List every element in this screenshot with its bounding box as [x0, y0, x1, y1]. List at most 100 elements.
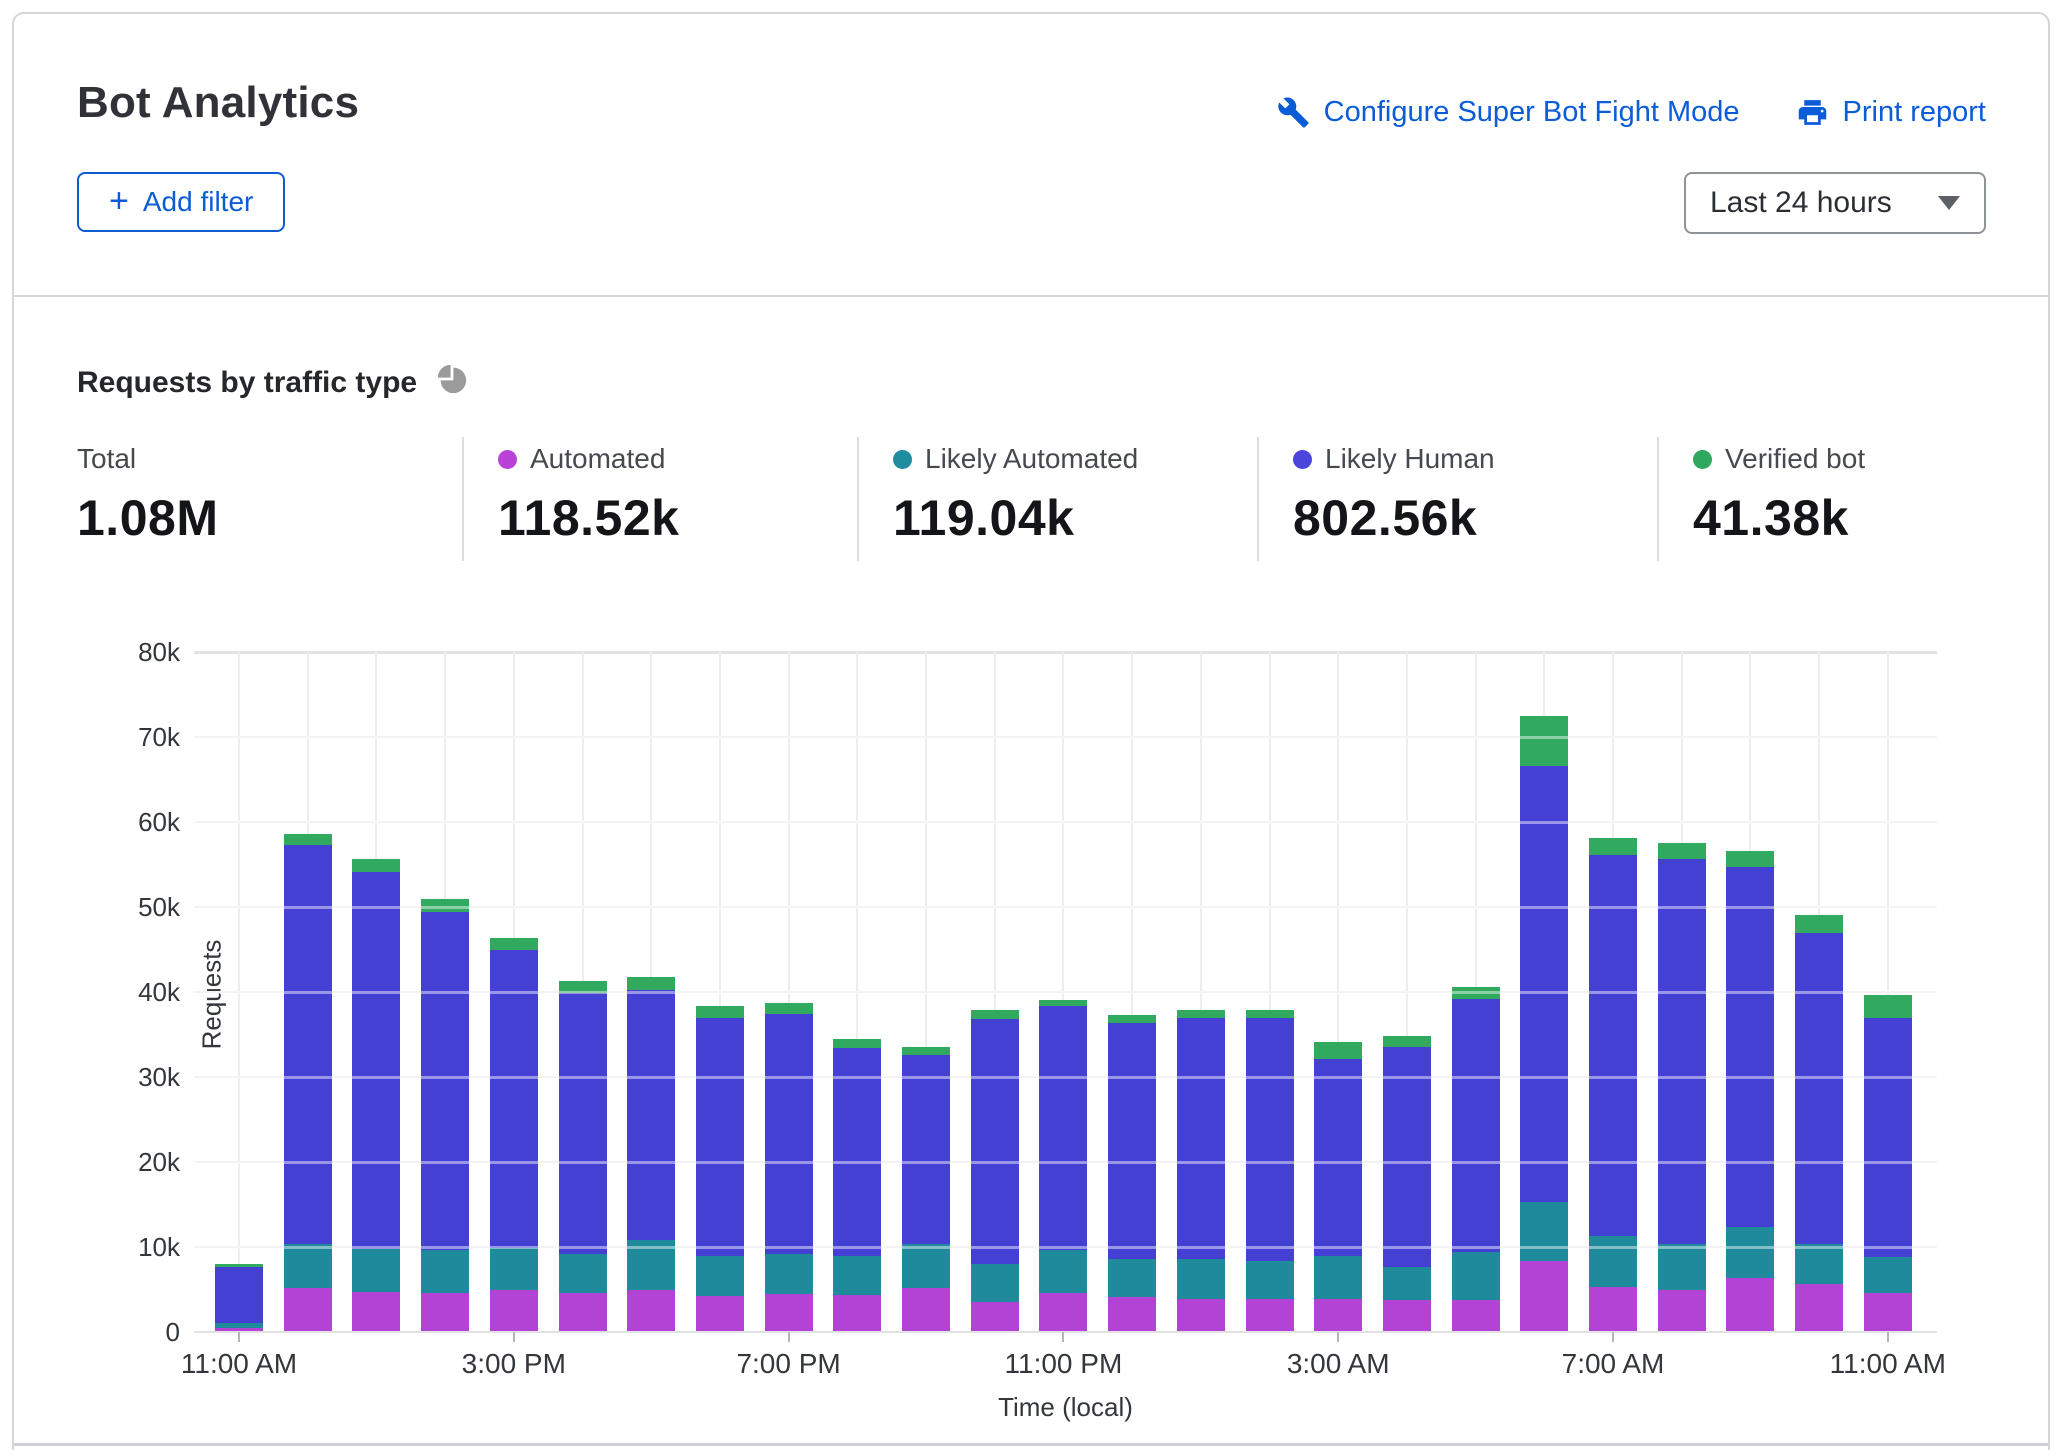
bar-segment-likely-automated	[421, 1250, 469, 1293]
bar-stack-4-00-AM[interactable]	[1383, 1036, 1431, 1332]
bar-segment-automated	[1520, 1261, 1568, 1332]
bar-segment-automated	[1108, 1297, 1156, 1332]
bar-segment-automated	[490, 1290, 538, 1332]
y-axis-title: Requests	[197, 845, 228, 1145]
bar-stack-6-00-AM[interactable]	[1520, 716, 1568, 1332]
bar-stack-7-00-PM[interactable]	[765, 1003, 813, 1332]
bar-segment-verified-bot	[1726, 851, 1774, 867]
bar-segment-likely-human	[696, 1018, 744, 1257]
bar-segment-automated	[833, 1295, 881, 1332]
print-report-link[interactable]: Print report	[1796, 96, 1986, 129]
stat-label: Likely Human	[1325, 443, 1495, 475]
bar-segment-likely-human	[1314, 1059, 1362, 1256]
chevron-down-icon	[1938, 196, 1960, 210]
bar-segment-likely-automated	[1246, 1261, 1294, 1299]
bar-stack-11-00-AM[interactable]	[215, 1264, 263, 1332]
bar-stack-8-00-PM[interactable]	[833, 1039, 881, 1332]
bar-segment-likely-automated	[1864, 1257, 1912, 1293]
y-tick-label: 30k	[40, 1062, 180, 1093]
bar-segment-likely-human	[902, 1055, 950, 1245]
bar-segment-verified-bot	[696, 1006, 744, 1018]
bar-segment-likely-automated	[1314, 1256, 1362, 1299]
bar-segment-automated	[902, 1288, 950, 1332]
bar-segment-automated	[1658, 1290, 1706, 1332]
bar-segment-verified-bot	[1658, 843, 1706, 859]
gridline-overlay	[194, 821, 1937, 824]
bar-segment-likely-automated	[902, 1244, 950, 1287]
bar-segment-likely-human	[1452, 999, 1500, 1252]
stat-label: Verified bot	[1725, 443, 1865, 475]
y-tick-label: 10k	[40, 1232, 180, 1263]
add-filter-button[interactable]: + Add filter	[77, 172, 285, 232]
bar-segment-likely-human	[1039, 1006, 1087, 1250]
bar-segment-verified-bot	[1520, 716, 1568, 766]
bar-stack-1-00-AM[interactable]	[1177, 1010, 1225, 1332]
bar-stack-10-00-PM[interactable]	[971, 1010, 1019, 1332]
gridline-overlay	[194, 1246, 1937, 1249]
gridline-overlay	[194, 906, 1937, 909]
bar-stack-8-00-AM[interactable]	[1658, 843, 1706, 1332]
bar-segment-verified-bot	[1177, 1010, 1225, 1018]
bar-segment-verified-bot	[1314, 1042, 1362, 1059]
x-axis-baseline	[194, 1331, 1937, 1333]
bar-segment-automated	[765, 1294, 813, 1332]
page-title: Bot Analytics	[77, 78, 359, 128]
section-title: Requests by traffic type	[77, 362, 471, 404]
configure-super-bot-fight-mode-link[interactable]: Configure Super Bot Fight Mode	[1277, 96, 1740, 129]
bar-stack-5-00-AM[interactable]	[1452, 987, 1500, 1332]
x-tick-mark	[1062, 1332, 1064, 1342]
y-tick-label: 50k	[40, 892, 180, 923]
bar-stack-9-00-AM[interactable]	[1726, 851, 1774, 1332]
bar-segment-verified-bot	[1383, 1036, 1431, 1047]
gridline-h	[194, 651, 1937, 654]
time-range-select[interactable]: Last 24 hours	[1684, 172, 1986, 234]
bar-segment-verified-bot	[902, 1047, 950, 1055]
bar-segment-likely-human	[421, 912, 469, 1250]
stat-verified-bot: Verified bot 41.38k	[1657, 437, 1970, 561]
stat-value: 1.08M	[77, 489, 462, 547]
stat-likely-human: Likely Human 802.56k	[1257, 437, 1657, 561]
bar-stack-10-00-AM[interactable]	[1795, 915, 1843, 1332]
bar-stack-1-00-PM[interactable]	[352, 859, 400, 1332]
x-axis-title: Time (local)	[194, 1392, 1937, 1423]
x-tick-label: 11:00 AM	[1758, 1348, 2018, 1380]
bar-stack-2-00-PM[interactable]	[421, 899, 469, 1332]
bar-segment-likely-automated	[490, 1248, 538, 1291]
section-title-text: Requests by traffic type	[77, 366, 417, 400]
requests-chart-plot: Requests 010k20k30k40k50k60k70k80k 11:00…	[194, 652, 1937, 1332]
bar-segment-automated	[352, 1292, 400, 1332]
bar-segment-likely-human	[833, 1048, 881, 1255]
gridline-overlay	[194, 1076, 1937, 1079]
y-tick-label: 0	[40, 1317, 180, 1348]
x-tick-mark	[1612, 1332, 1614, 1342]
legend-dot	[1293, 450, 1312, 469]
bar-stack-9-00-PM[interactable]	[902, 1047, 950, 1332]
bar-segment-verified-bot	[352, 859, 400, 873]
bar-segment-likely-human	[1520, 766, 1568, 1202]
bar-segment-likely-human	[1383, 1047, 1431, 1266]
y-tick-label: 20k	[40, 1147, 180, 1178]
bar-segment-verified-bot	[1589, 838, 1637, 855]
bar-segment-likely-automated	[1589, 1236, 1637, 1287]
bar-segment-likely-human	[1795, 933, 1843, 1244]
bar-stack-12-00-AM[interactable]	[1108, 1015, 1156, 1332]
bar-segment-verified-bot	[490, 938, 538, 950]
bar-stack-3-00-PM[interactable]	[490, 938, 538, 1332]
bar-stack-2-00-AM[interactable]	[1246, 1010, 1294, 1332]
bar-segment-automated	[1314, 1299, 1362, 1332]
x-tick-mark	[1887, 1332, 1889, 1342]
bar-stack-3-00-AM[interactable]	[1314, 1042, 1362, 1332]
bar-stack-4-00-PM[interactable]	[559, 981, 607, 1332]
bar-stack-6-00-PM[interactable]	[696, 1006, 744, 1332]
bar-segment-likely-human	[1864, 1018, 1912, 1258]
bar-segment-likely-automated	[352, 1249, 400, 1292]
wrench-icon	[1277, 96, 1310, 129]
bar-stack-7-00-AM[interactable]	[1589, 838, 1637, 1332]
stat-label: Likely Automated	[925, 443, 1138, 475]
bar-segment-verified-bot	[1246, 1010, 1294, 1018]
bar-stack-11-00-PM[interactable]	[1039, 1000, 1087, 1332]
bar-segment-verified-bot	[1864, 995, 1912, 1017]
bar-segment-likely-human	[1177, 1018, 1225, 1259]
stat-value: 802.56k	[1293, 489, 1657, 547]
bar-stack-5-00-PM[interactable]	[627, 977, 675, 1332]
